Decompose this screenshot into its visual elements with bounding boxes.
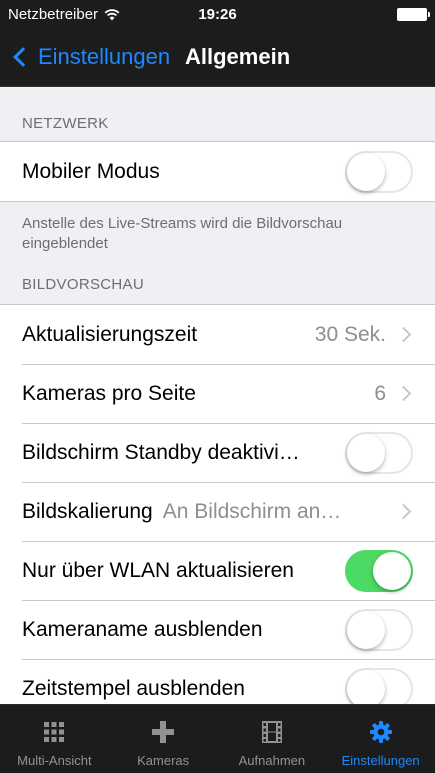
status-bar: Netzbetreiber 19:26	[0, 0, 435, 30]
page-title: Allgemein	[185, 44, 291, 69]
hide-camera-name-toggle[interactable]	[345, 608, 413, 651]
row-disable-standby[interactable]: Bildschirm Standby deaktivi…	[0, 423, 435, 482]
section-header-preview: BILDVORSCHAU	[22, 276, 144, 293]
wlan-only-toggle[interactable]	[345, 549, 413, 592]
row-cameras-per-page[interactable]: Kameras pro Seite 6	[0, 364, 435, 423]
row-value: 6	[374, 381, 386, 405]
toggle-knob	[373, 551, 411, 590]
group-preview: Aktualisierungszeit 30 Sek. Kameras pro …	[0, 304, 435, 704]
group-network: Mobiler Modus	[0, 141, 435, 202]
tab-label: Multi-Ansicht	[17, 753, 92, 768]
row-label: Kameras pro Seite	[22, 381, 196, 405]
chevron-right-icon	[395, 326, 412, 343]
row-hide-timestamp[interactable]: Zeitstempel ausblenden	[0, 659, 435, 704]
chevron-right-icon	[395, 385, 412, 402]
row-hide-camera-name[interactable]: Kameraname ausblenden	[0, 600, 435, 659]
chevron-left-icon	[13, 47, 33, 67]
grid-icon	[44, 722, 65, 742]
back-button[interactable]: Einstellungen	[12, 44, 170, 70]
gear-icon	[369, 721, 392, 743]
toggle-knob	[347, 152, 385, 191]
plus-icon	[152, 721, 175, 743]
row-label: Bildschirm Standby deaktivi…	[22, 440, 300, 464]
chevron-right-icon	[395, 503, 412, 520]
battery-icon	[397, 8, 430, 21]
tab-multi-view[interactable]: Multi-Ansicht	[0, 705, 109, 773]
status-time: 19:26	[198, 6, 237, 23]
row-image-scaling[interactable]: Bildskalierung An Bildschirm an…	[0, 482, 435, 541]
disable-standby-toggle[interactable]	[345, 431, 413, 474]
row-value: An Bildschirm an…	[162, 499, 342, 523]
toggle-knob	[347, 610, 385, 649]
row-label: Zeitstempel ausblenden	[22, 676, 245, 700]
row-refresh-time[interactable]: Aktualisierungszeit 30 Sek.	[0, 305, 435, 364]
row-mobile-mode[interactable]: Mobiler Modus	[0, 142, 435, 201]
settings-list[interactable]: NETZWERK Mobiler Modus Anstelle des Live…	[0, 87, 435, 704]
tab-bar: Multi-Ansicht Kameras Aufnahmen Einstell…	[0, 704, 435, 773]
tab-settings[interactable]: Einstellungen	[326, 705, 435, 773]
tab-label: Einstellungen	[341, 753, 420, 768]
mobile-mode-toggle[interactable]	[345, 150, 413, 193]
row-value: 30 Sek.	[314, 322, 386, 346]
row-label: Mobiler Modus	[22, 159, 160, 183]
tab-recordings[interactable]: Aufnahmen	[218, 705, 327, 773]
row-label: Nur über WLAN aktualisieren	[22, 558, 294, 582]
row-label: Aktualisierungszeit	[22, 322, 198, 346]
section-footer-network: Anstelle des Live-Streams wird die Bildv…	[22, 215, 343, 252]
back-button-label: Einstellungen	[38, 44, 171, 69]
film-icon	[261, 721, 282, 743]
toggle-knob	[347, 433, 385, 472]
row-label: Kameraname ausblenden	[22, 617, 263, 641]
tab-cameras[interactable]: Kameras	[109, 705, 218, 773]
hide-timestamp-toggle[interactable]	[345, 667, 413, 704]
section-header-network: NETZWERK	[22, 115, 109, 132]
row-wlan-only[interactable]: Nur über WLAN aktualisieren	[0, 541, 435, 600]
tab-label: Kameras	[137, 753, 190, 768]
toggle-knob	[347, 669, 385, 704]
tab-label: Aufnahmen	[238, 753, 306, 768]
row-label: Bildskalierung	[22, 499, 153, 523]
navigation-bar: Einstellungen Allgemein	[0, 30, 435, 87]
